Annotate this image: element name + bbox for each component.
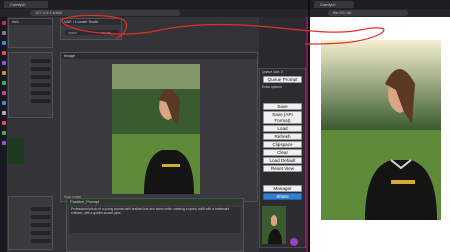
param-field[interactable] bbox=[31, 215, 51, 219]
right-tab-bar: ComfyUI bbox=[310, 0, 450, 9]
right-address-field[interactable]: file:///C:/AI bbox=[328, 10, 408, 16]
panel-image-thumbnail[interactable] bbox=[262, 206, 286, 244]
right-tab[interactable]: ComfyUI bbox=[314, 1, 354, 8]
sidebar-app-icon[interactable] bbox=[1, 71, 6, 75]
image-node-title: Image bbox=[61, 53, 257, 59]
sidebar-app-icon[interactable] bbox=[1, 131, 6, 135]
queue-prompt-button[interactable]: Queue Prompt bbox=[263, 76, 302, 83]
load-button[interactable]: Load bbox=[263, 125, 302, 132]
save-button[interactable]: Save bbox=[263, 103, 302, 110]
info-node-title: Info bbox=[9, 19, 52, 25]
left-tab[interactable]: ComfyUI bbox=[4, 1, 48, 8]
generated-image-preview bbox=[112, 64, 200, 194]
param-field[interactable] bbox=[31, 67, 51, 71]
right-address-bar-row: file:///C:/AI bbox=[310, 9, 450, 17]
param-field[interactable] bbox=[31, 239, 51, 243]
loader-select[interactable]: model sd-vae bbox=[65, 30, 119, 35]
sidebar-home-icon[interactable] bbox=[1, 21, 6, 25]
param-field[interactable] bbox=[31, 207, 51, 211]
left-address-text: 127.0.0.1:8188 bbox=[35, 10, 62, 15]
save-api-button[interactable]: Save (API Format) bbox=[263, 111, 302, 124]
param-field[interactable] bbox=[31, 83, 51, 87]
full-size-image-svg bbox=[321, 40, 441, 220]
left-browser-window: ComfyUI 127.0.0.1:8188 Info VAE / Loader… bbox=[0, 0, 308, 252]
sidebar-app-icon[interactable] bbox=[1, 61, 6, 65]
prompt-node-title: Positive_Prompt bbox=[67, 199, 243, 205]
prompt-textarea[interactable]: Professional photo of a young woman with… bbox=[69, 207, 241, 233]
prompt-node[interactable]: Positive_Prompt Professional photo of a … bbox=[66, 198, 244, 252]
shirt-logo bbox=[391, 180, 415, 184]
left-address-bar-row: 127.0.0.1:8188 bbox=[0, 9, 308, 17]
extra-options-checkbox[interactable]: Extra options bbox=[262, 85, 282, 89]
left-tab-title: ComfyUI bbox=[10, 2, 26, 7]
loader-node-title: VAE / Loader Node bbox=[61, 19, 121, 25]
sidebar-app-icon[interactable] bbox=[1, 111, 6, 115]
info-node[interactable]: Info bbox=[8, 18, 53, 48]
param-field[interactable] bbox=[31, 59, 51, 63]
clear-button[interactable]: Clear bbox=[263, 149, 302, 156]
loader-field-label: model bbox=[68, 30, 77, 35]
right-browser-window: ComfyUI file:///C:/AI bbox=[310, 0, 450, 252]
sidebar-app-icon[interactable] bbox=[1, 81, 6, 85]
sidebar-app-icon[interactable] bbox=[1, 101, 6, 105]
param-field[interactable] bbox=[31, 231, 51, 235]
param-field[interactable] bbox=[31, 99, 51, 103]
floating-action-icon[interactable] bbox=[290, 238, 298, 246]
sidebar-app-icon[interactable] bbox=[1, 51, 6, 55]
sidebar-search-icon[interactable] bbox=[1, 31, 6, 35]
reset-view-button[interactable]: Reset View bbox=[263, 165, 302, 172]
param-field[interactable] bbox=[31, 223, 51, 227]
clipspace-button[interactable]: Clipspace bbox=[263, 141, 302, 148]
left-tab-bar: ComfyUI bbox=[0, 0, 308, 9]
panel-thumbnail-svg bbox=[262, 206, 286, 244]
generated-image-preview-svg bbox=[112, 64, 200, 194]
sidebar-app-icon[interactable] bbox=[1, 91, 6, 95]
load-default-button[interactable]: Load Default bbox=[263, 157, 302, 164]
full-size-image bbox=[321, 40, 441, 220]
sidebar-app-icon[interactable] bbox=[1, 141, 6, 145]
left-address-field[interactable]: 127.0.0.1:8188 bbox=[30, 10, 180, 16]
manager-button[interactable]: Manager bbox=[263, 185, 302, 192]
thumbnail-image bbox=[8, 138, 24, 164]
right-address-text: file:///C:/AI bbox=[333, 10, 352, 15]
share-button[interactable]: Share bbox=[263, 193, 302, 200]
right-tab-title: ComfyUI bbox=[320, 2, 336, 7]
sidebar-folder-icon[interactable] bbox=[1, 41, 6, 45]
loader-field-value: sd-vae bbox=[101, 30, 111, 35]
lower-parameter-node[interactable] bbox=[8, 196, 53, 250]
refresh-button[interactable]: Refresh bbox=[263, 133, 302, 140]
left-sidebar bbox=[0, 17, 7, 252]
param-field[interactable] bbox=[31, 75, 51, 79]
parameter-node[interactable] bbox=[8, 52, 53, 118]
param-field[interactable] bbox=[31, 91, 51, 95]
sidebar-app-icon[interactable] bbox=[1, 121, 6, 125]
loader-node[interactable]: VAE / Loader Node model sd-vae bbox=[60, 18, 122, 40]
shirt-logo bbox=[162, 164, 180, 167]
queue-size-label: Queue size: 0 bbox=[262, 70, 283, 74]
